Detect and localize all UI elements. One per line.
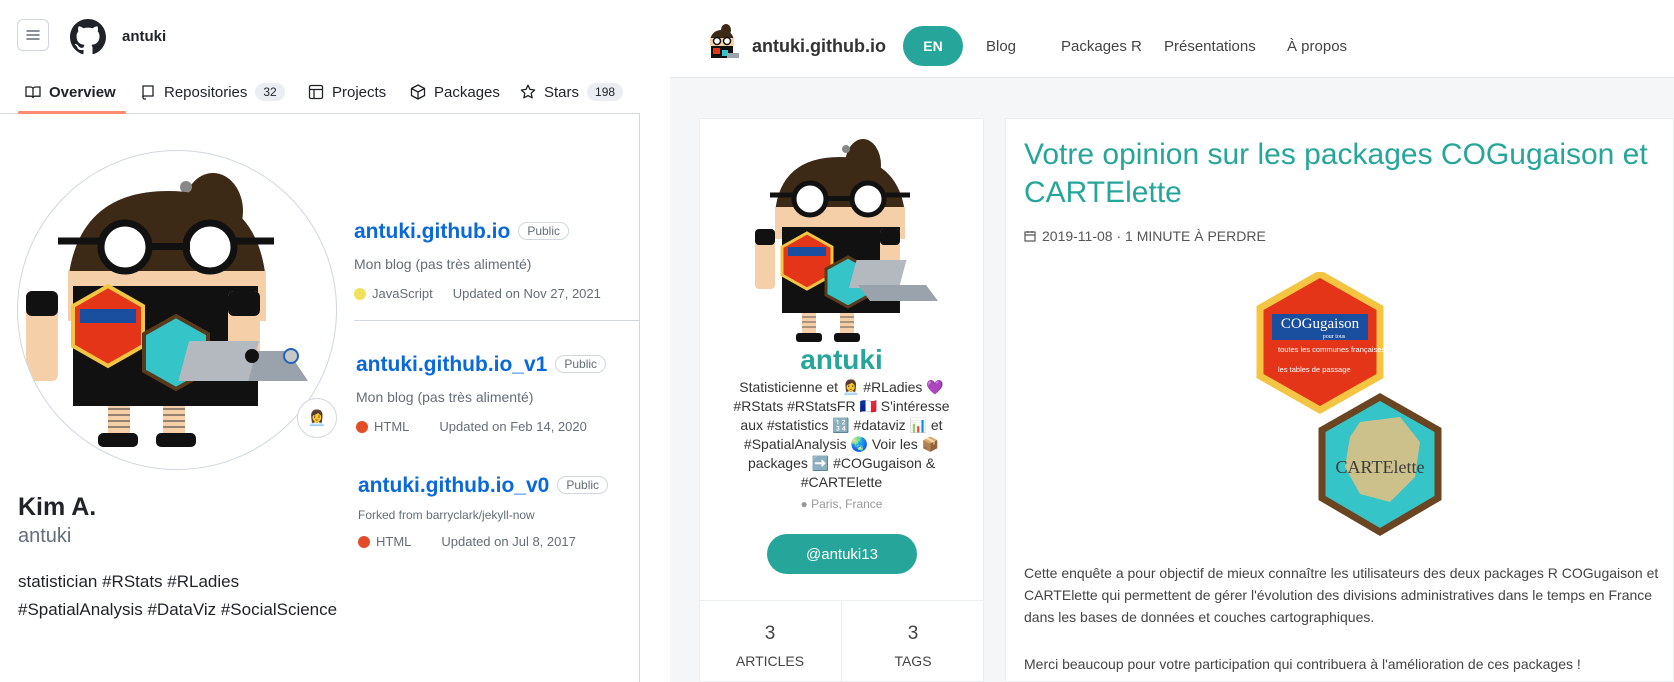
repo-language: JavaScript [372,286,433,301]
hex1-bullet: toutes les communes françaises [1278,345,1385,354]
book-icon [25,86,41,99]
repo-language: HTML [374,419,410,434]
card-location-text: Paris, France [811,497,883,511]
star-icon [520,84,536,99]
github-logo-icon[interactable] [70,19,106,55]
active-tab-underline [18,111,126,114]
tab-repositories[interactable]: Repositories 32 [140,80,285,104]
tab-projects-label: Projects [332,83,387,101]
post-paragraph: Merci beaucoup pour votre participation … [1024,656,1581,672]
pinned-repo: antuki.github.io_v0 Public Forked from ba… [358,474,644,549]
card-stats: 3 ARTICLES 3 TAGS [699,600,984,682]
twitter-button[interactable]: @antuki13 [767,534,917,574]
stat-value: 3 [764,623,776,644]
stars-count: 198 [587,83,624,101]
nav-blog[interactable]: Blog [986,38,1016,55]
header-username[interactable]: antuki [122,28,166,45]
repo-language: HTML [376,534,412,549]
repo-description: Mon blog (pas très alimenté) [356,389,534,405]
post-meta-text: 2019-11-08 · 1 MINUTE À PERDRE [1042,228,1266,244]
pinned-repo: antuki.github.io_v1 Public Mon blog (pas … [356,353,642,434]
repo-description: Mon blog (pas très alimenté) [354,256,532,272]
language-toggle-button[interactable]: EN [903,26,963,66]
repo-name-link[interactable]: antuki.github.io [354,220,510,243]
nav-a-propos[interactable]: À propos [1287,38,1347,55]
language-color-dot [356,420,368,433]
stat-articles[interactable]: 3 ARTICLES [699,601,841,682]
hamburger-menu-button[interactable] [17,19,49,51]
tab-packages-label: Packages [434,83,500,101]
repo-updated: Updated on Jul 8, 2017 [441,534,576,549]
stat-value: 3 [907,623,919,644]
tab-packages[interactable]: Packages [410,80,500,104]
package-icon [410,84,426,100]
repo-updated: Updated on Nov 27, 2021 [452,286,601,301]
language-color-dot [354,287,366,300]
card-bio: Statisticienne et 👩‍💼 #RLadies 💜 #RStats… [733,379,950,490]
stat-label: ARTICLES [735,653,805,669]
tab-projects[interactable]: Projects [308,80,386,104]
visibility-badge: Public [557,476,609,494]
avatar[interactable] [17,150,337,470]
language-color-dot [358,535,370,548]
nav-presentations[interactable]: Présentations [1164,38,1256,55]
status-emoji-button[interactable]: 👩‍💼 [297,398,337,438]
visibility-badge: Public [555,355,607,373]
hex1-title: COGugaison [1281,316,1360,332]
repo-icon [142,85,154,100]
tab-stars[interactable]: Stars 198 [520,80,624,104]
hamburger-icon [26,30,40,40]
hex2-title: CARTElette [1336,457,1425,477]
post-meta: 2019-11-08 · 1 MINUTE À PERDRE [1024,228,1266,244]
map-pin-icon: ● [800,497,808,511]
pinned-repo: antuki.github.io Public Mon blog (pas trè… [354,220,640,301]
bio-line-1: statistician #RStats #RLadies [18,572,240,591]
visibility-badge: Public [518,222,569,240]
bio-line-2: #SpatialAnalysis #DataViz #SocialScience [18,600,338,619]
tab-repositories-label: Repositories [164,83,248,101]
card-name: antuki [800,344,883,375]
profile-bio: statistician #RStats #RLadies #SpatialAn… [18,568,378,624]
repo-name-link[interactable]: antuki.github.io_v0 [358,474,549,497]
site-logo-icon[interactable] [702,24,742,64]
post-title[interactable]: Votre opinion sur les packages COGugaiso… [1024,136,1654,212]
profile-fullname: Kim A. [18,493,97,521]
repositories-count: 32 [255,83,285,101]
card-location: ● Paris, France [699,497,984,511]
site-name-link[interactable]: antuki.github.io [752,36,886,57]
status-emoji: 👩‍💼 [307,410,327,427]
avatar-illustration [26,173,308,447]
repo-meta: JavaScript Updated on Nov 27, 2021 [354,286,640,301]
package-hex-stickers: COGugaison pour tous toutes les communes… [1256,272,1442,537]
table-icon [308,84,324,100]
tab-stars-label: Stars [544,83,580,101]
repo-name-link[interactable]: antuki.github.io_v1 [356,353,547,376]
nav-packages-r[interactable]: Packages R [1061,38,1142,55]
repo-fork-note: Forked from barryclark/jekyll-now [358,508,535,522]
repo-meta: HTML Updated on Feb 14, 2020 [356,419,642,434]
hex1-bullet: les tables de passage [1278,365,1351,374]
stat-tags[interactable]: 3 TAGS [841,601,984,682]
tab-overview[interactable]: Overview [25,80,116,104]
calendar-icon [1024,231,1036,242]
profile-handle: antuki [18,525,72,547]
repo-updated: Updated on Feb 14, 2020 [439,419,587,434]
repo-meta: HTML Updated on Jul 8, 2017 [358,534,644,549]
stat-label: TAGS [894,653,932,669]
card-avatar [755,139,938,342]
tab-overview-label: Overview [49,83,116,101]
divider [354,320,640,321]
post-paragraph: Cette enquête a pour objectif de mieux c… [1024,565,1659,625]
hex1-subtitle: pour tous [1323,334,1346,340]
